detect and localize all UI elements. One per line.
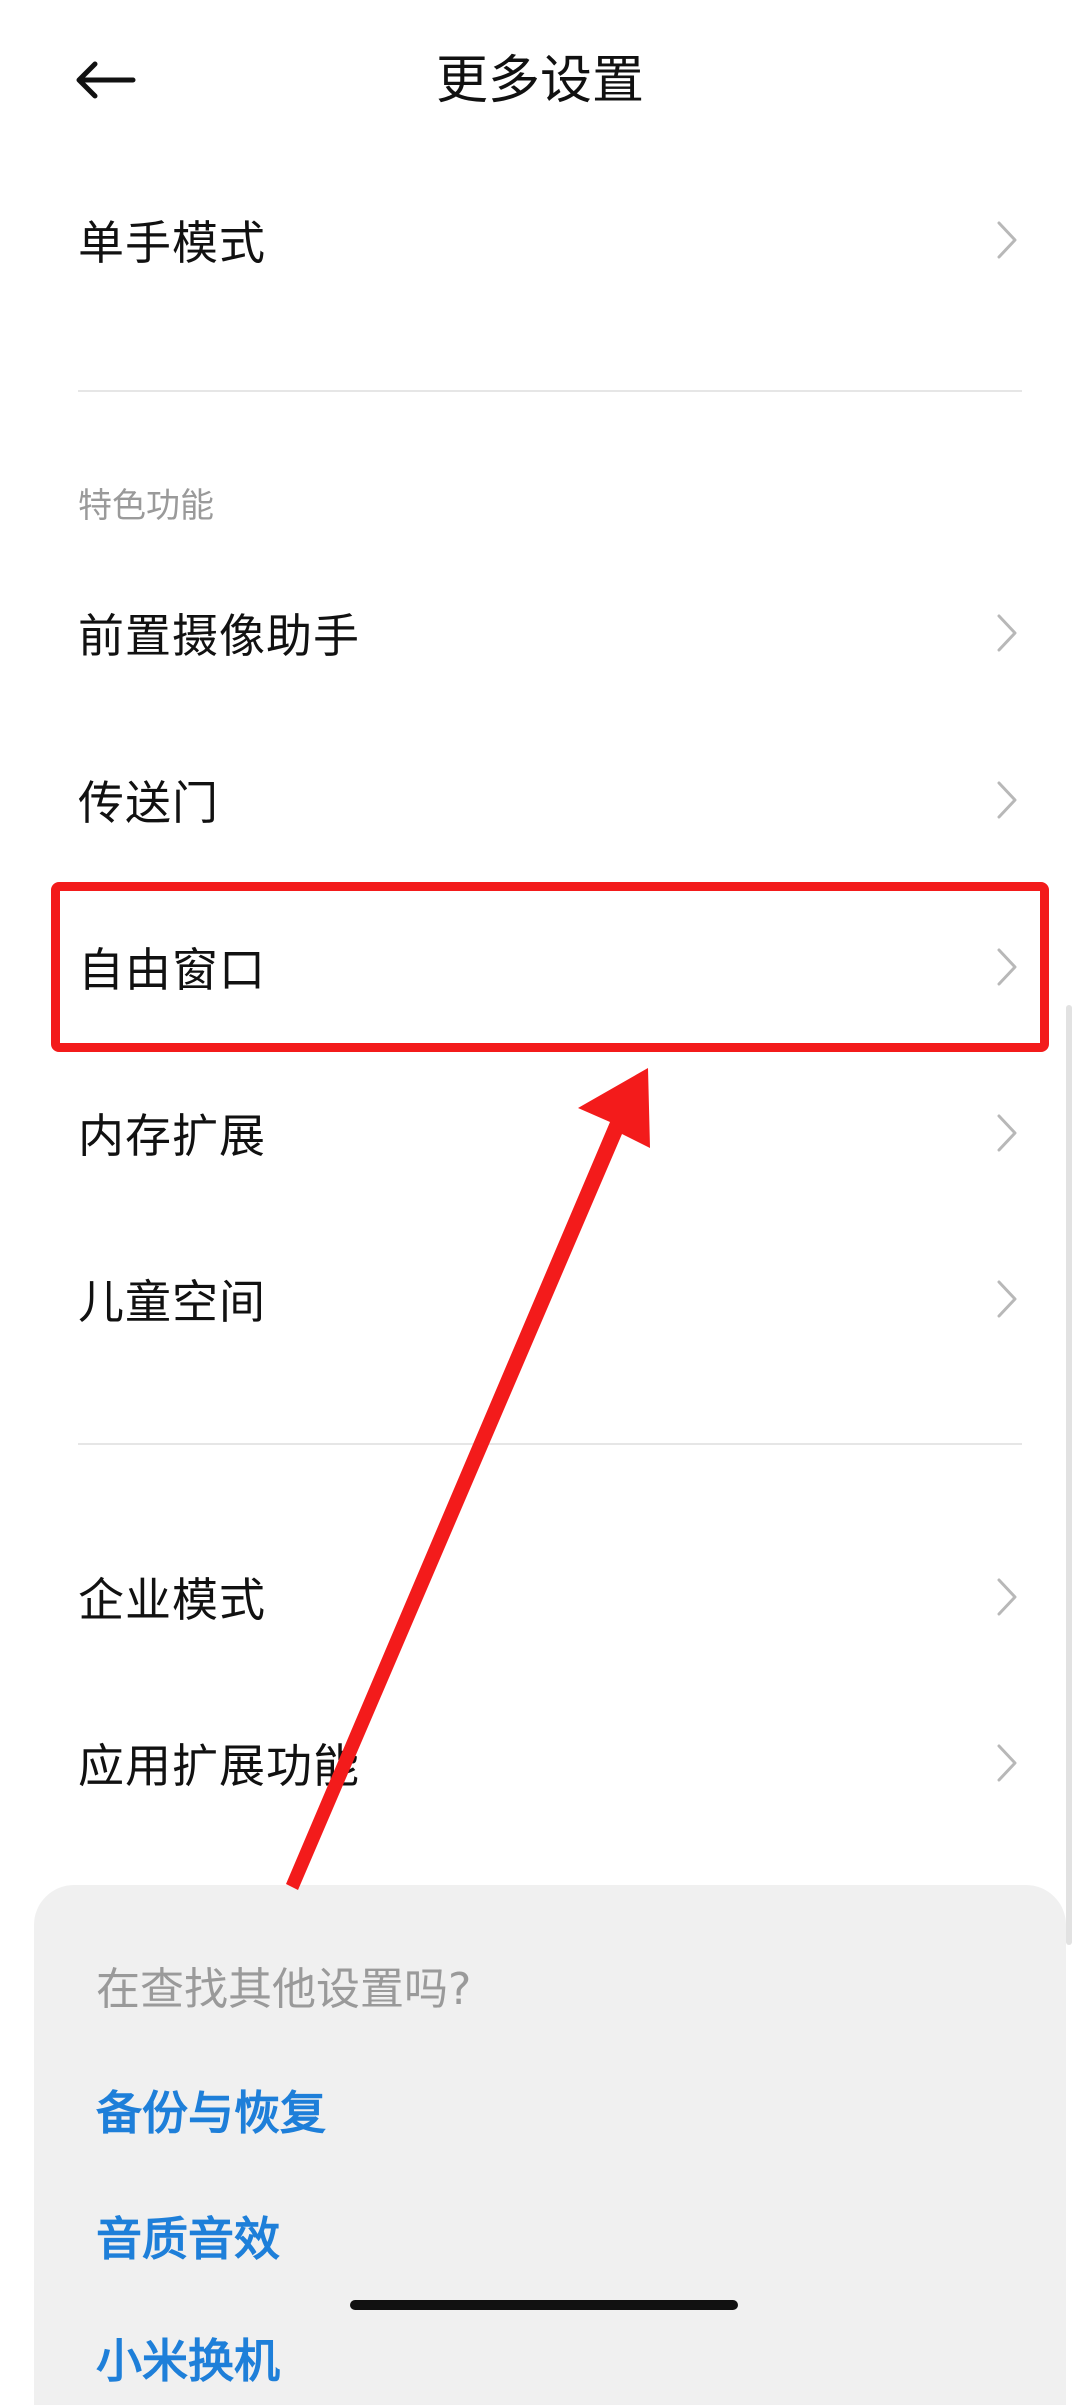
settings-item-label: 前置摄像助手 — [78, 609, 360, 663]
suggestion-prompt: 在查找其他设置吗? — [96, 1964, 472, 2015]
chevron-right-icon — [992, 1738, 1022, 1788]
chevron-right-icon — [992, 215, 1022, 265]
settings-item-portal[interactable]: 传送门 — [78, 745, 1022, 855]
settings-item-label: 儿童空间 — [78, 1275, 266, 1329]
chevron-right-icon — [992, 1572, 1022, 1622]
chevron-right-icon — [992, 1274, 1022, 1324]
suggestion-link-backup-restore[interactable]: 备份与恢复 — [96, 2077, 326, 2143]
settings-item-label: 传送门 — [78, 776, 219, 830]
page-title: 更多设置 — [435, 51, 644, 111]
suggestion-link-sound-effects[interactable]: 音质音效 — [96, 2203, 280, 2269]
settings-item-label: 应用扩展功能 — [78, 1739, 360, 1793]
settings-item-label: 单手模式 — [78, 216, 266, 270]
home-indicator[interactable] — [350, 2300, 738, 2310]
settings-item-one-handed-mode[interactable]: 单手模式 — [78, 185, 1022, 295]
settings-item-label: 自由窗口 — [78, 943, 266, 997]
divider — [78, 1443, 1022, 1445]
settings-item-kids-space[interactable]: 儿童空间 — [78, 1244, 1022, 1354]
section-header: 特色功能 — [78, 486, 214, 526]
scrollbar[interactable] — [1066, 1005, 1072, 1945]
settings-item-free-window[interactable]: 自由窗口 — [78, 912, 1022, 1022]
divider — [78, 390, 1022, 392]
settings-item-front-camera-assistant[interactable]: 前置摄像助手 — [78, 578, 1022, 688]
chevron-right-icon — [992, 1108, 1022, 1158]
chevron-right-icon — [992, 942, 1022, 992]
settings-item-app-extensions[interactable]: 应用扩展功能 — [78, 1708, 1022, 1818]
settings-item-label: 内存扩展 — [78, 1109, 266, 1163]
settings-item-label: 企业模式 — [78, 1573, 266, 1627]
suggestion-card: 在查找其他设置吗? 备份与恢复 音质音效 小米换机 — [34, 1885, 1066, 2405]
chevron-right-icon — [992, 775, 1022, 825]
settings-item-memory-extension[interactable]: 内存扩展 — [78, 1078, 1022, 1188]
header: 更多设置 — [0, 0, 1080, 160]
settings-item-enterprise-mode[interactable]: 企业模式 — [78, 1542, 1022, 1652]
chevron-right-icon — [992, 608, 1022, 658]
suggestion-link-mi-mover[interactable]: 小米换机 — [96, 2325, 280, 2391]
